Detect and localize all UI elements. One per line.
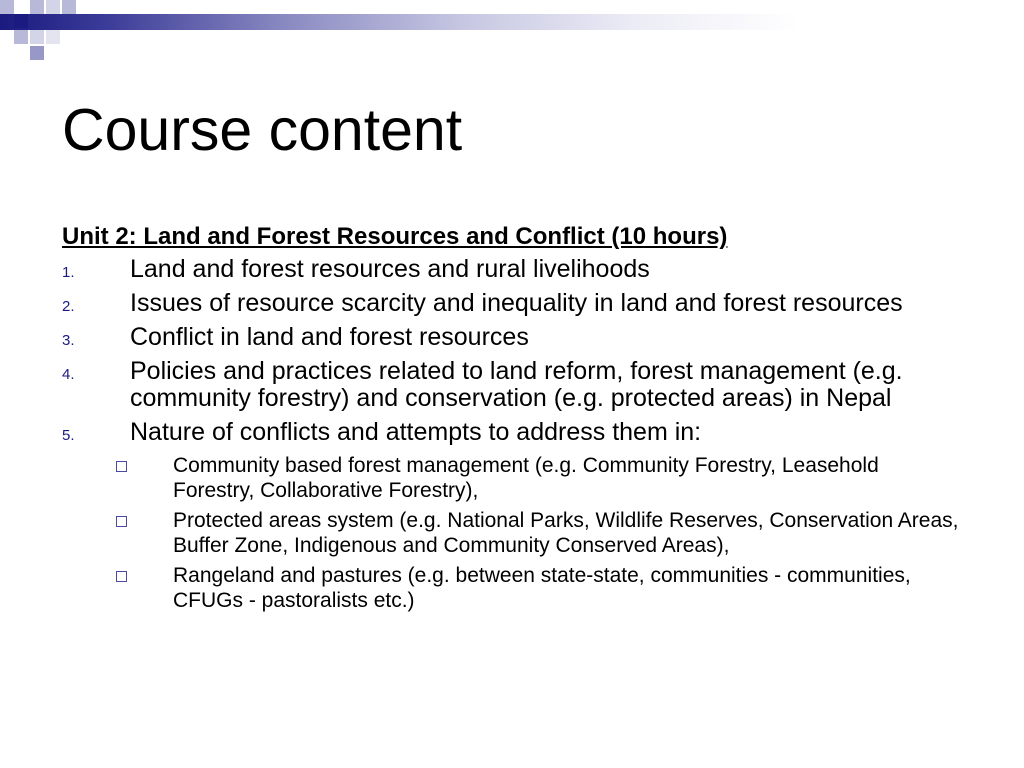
- item-number: 5.: [62, 427, 75, 444]
- decor-square: [46, 30, 60, 44]
- item-number: 1.: [62, 264, 75, 281]
- item-text: Policies and practices related to land r…: [130, 357, 903, 412]
- decor-square: [14, 30, 28, 44]
- item-text: Land and forest resources and rural live…: [130, 255, 650, 283]
- sub-list-item: Community based forest management (e.g. …: [62, 453, 962, 503]
- item-text: Conflict in land and forest resources: [130, 323, 529, 351]
- item-text: Nature of conflicts and attempts to addr…: [130, 418, 702, 446]
- decor-square: [30, 30, 44, 44]
- gradient-bar: [0, 14, 1024, 30]
- decor-square: [30, 46, 44, 60]
- decor-square: [0, 0, 14, 14]
- hollow-square-bullet-icon: [116, 516, 127, 527]
- unit-heading: Unit 2: Land and Forest Resources and Co…: [62, 223, 728, 250]
- item-number: 2.: [62, 298, 75, 315]
- list-item: 4. Policies and practices related to lan…: [62, 358, 962, 412]
- hollow-square-bullet-icon: [116, 461, 127, 472]
- decor-square: [14, 14, 28, 28]
- sub-item-text: Rangeland and pastures (e.g. between sta…: [173, 564, 911, 612]
- item-number: 3.: [62, 332, 75, 349]
- slide-title: Course content: [62, 97, 463, 163]
- decor-square: [62, 0, 76, 14]
- hollow-square-bullet-icon: [116, 571, 127, 582]
- list-item: 2. Issues of resource scarcity and inequ…: [62, 290, 962, 317]
- slide-body: Unit 2: Land and Forest Resources and Co…: [62, 222, 962, 618]
- list-item: 3. Conflict in land and forest resources: [62, 324, 962, 351]
- sub-list-item: Protected areas system (e.g. National Pa…: [62, 508, 962, 558]
- item-text: Issues of resource scarcity and inequali…: [130, 289, 903, 317]
- decor-square: [30, 0, 44, 14]
- sub-item-text: Community based forest management (e.g. …: [173, 454, 879, 502]
- item-number: 4.: [62, 366, 75, 383]
- sub-list-item: Rangeland and pastures (e.g. between sta…: [62, 563, 962, 613]
- list-item: 1. Land and forest resources and rural l…: [62, 256, 962, 283]
- sub-item-text: Protected areas system (e.g. National Pa…: [173, 509, 959, 557]
- decor-square: [46, 0, 60, 14]
- list-item: 5. Nature of conflicts and attempts to a…: [62, 419, 962, 446]
